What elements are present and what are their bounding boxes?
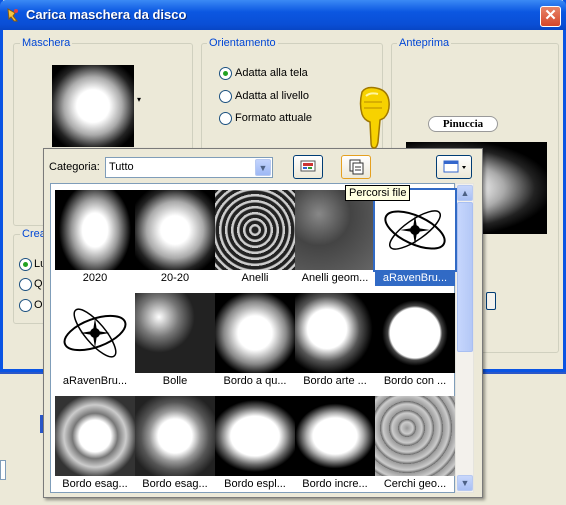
category-select[interactable]: Tutto ▼	[105, 157, 273, 178]
mask-thumbnail-cell[interactable]: Bolle	[135, 293, 215, 391]
app-icon	[7, 8, 19, 22]
mask-thumbnail-cell[interactable]: aRavenBru...	[55, 293, 135, 391]
mask-thumbnail-label: 20-20	[160, 272, 190, 284]
mask-thumbnail-cell[interactable]: Cerchi geo...	[375, 396, 455, 494]
mask-thumbnail-label: Bordo esag...	[142, 478, 208, 490]
mask-thumbnail-label: Anelli geom...	[301, 272, 369, 284]
mask-thumbnail-label: Bordo esag...	[62, 478, 128, 490]
mask-thumbnail-label: aRavenBru...	[375, 272, 455, 286]
grid-scrollbar[interactable]: ▲ ▼	[455, 183, 474, 493]
radio-button[interactable]	[219, 112, 232, 125]
mask-preview-image	[135, 190, 215, 270]
mask-thumbnail-cell[interactable]: aRavenBru...	[373, 188, 457, 288]
mask-thumbnail-label: aRavenBru...	[62, 375, 128, 387]
mask-thumbnail-cell[interactable]: Anelli geom...	[295, 190, 375, 288]
scroll-thumb[interactable]	[457, 202, 473, 352]
mask-preview-image	[295, 396, 375, 476]
mask-preview-image	[55, 190, 135, 270]
mask-thumbnail-cell[interactable]: 20-20	[135, 190, 215, 288]
mask-thumbnail-cell[interactable]: Bordo espl...	[215, 396, 295, 494]
mask-preview-image	[375, 293, 455, 373]
pointing-hand-icon	[359, 86, 390, 149]
mask-thumbnail-label: 2020	[82, 272, 108, 284]
close-icon: ✕	[544, 7, 557, 24]
mask-preview-image	[215, 293, 295, 373]
radio-crea-2[interactable]	[19, 278, 32, 291]
view-icon	[443, 160, 466, 173]
orbit-drawing-icon	[384, 210, 446, 250]
group-label-orientamento: Orientamento	[207, 37, 278, 49]
radio-label: Adatta alla tela	[235, 67, 308, 79]
close-button[interactable]: ✕	[540, 6, 561, 27]
mask-preview-image	[375, 396, 455, 476]
mask-thumbnail-label: Bordo espl...	[224, 478, 286, 490]
mask-preview-image	[373, 188, 457, 272]
mask-thumbnail-cell[interactable]: Bordo con ...	[375, 293, 455, 391]
mask-thumbnail-cell[interactable]: Bordo incre...	[295, 396, 375, 494]
preview-watermark: Pinuccia	[428, 116, 498, 132]
mask-thumbnail-cell[interactable]: Bordo arte ...	[295, 293, 375, 391]
mask-thumbnail-label: Bolle	[162, 375, 188, 387]
group-label-maschera: Maschera	[20, 37, 73, 49]
radio-button[interactable]	[219, 67, 232, 80]
window-title: Carica maschera da disco	[26, 7, 187, 22]
folders-icon	[349, 159, 364, 175]
radio-adatta-tela[interactable]: Adatta alla tela	[219, 66, 359, 82]
mask-preview-image	[55, 396, 135, 476]
mask-preview-image	[215, 396, 295, 476]
mask-preview-image	[55, 293, 135, 373]
view-options-button[interactable]	[436, 155, 472, 179]
scroll-up-icon[interactable]: ▲	[457, 185, 473, 201]
preview-icon	[300, 160, 316, 172]
mask-thumbnail-label: Bordo incre...	[302, 478, 368, 490]
radio-crea-3[interactable]	[19, 299, 32, 312]
chevron-down-icon[interactable]: ▼	[255, 159, 271, 176]
mask-thumbnail-label: Bordo a qu...	[223, 375, 287, 387]
tooltip: Percorsi file	[345, 185, 411, 201]
orbit-drawing-icon	[63, 308, 127, 358]
mask-thumbnail-cell[interactable]: Bordo esag...	[55, 396, 135, 494]
mask-preview-image	[215, 190, 295, 270]
preview-toggle-button[interactable]	[293, 155, 323, 179]
mask-thumbnail-cell[interactable]: Bordo a qu...	[215, 293, 295, 391]
radio-button[interactable]	[219, 90, 232, 103]
background-field	[0, 460, 6, 480]
mask-thumbnail-label: Bordo arte ...	[303, 375, 367, 387]
category-value: Tutto	[109, 161, 134, 173]
group-label-anteprima: Anteprima	[397, 37, 452, 49]
mask-thumbnail[interactable]	[52, 65, 134, 147]
radio-label: Adatta al livello	[235, 90, 309, 102]
mask-thumbnail-label: Bordo con ...	[383, 375, 447, 387]
category-label: Categoria:	[49, 161, 100, 173]
mask-thumbnail-label: Anelli	[241, 272, 269, 284]
mask-thumbnail-cell[interactable]: Bordo esag...	[135, 396, 215, 494]
mask-thumbnail-cell[interactable]: 2020	[55, 190, 135, 288]
radio-adatta-livello[interactable]: Adatta al livello	[219, 89, 359, 105]
mask-thumbnail-cell[interactable]: Anelli	[215, 190, 295, 288]
mask-preview-image	[135, 396, 215, 476]
mask-preview-image	[295, 293, 375, 373]
mask-preview-image	[295, 190, 375, 270]
radio-crea-1[interactable]	[19, 258, 32, 271]
mask-thumbnail-label: Cerchi geo...	[383, 478, 447, 490]
title-bar[interactable]: Carica maschera da disco ✕	[0, 0, 566, 30]
mask-dropdown-arrow-icon[interactable]: ▾	[137, 95, 147, 109]
mask-preview-image	[135, 293, 215, 373]
partial-button[interactable]	[486, 292, 496, 310]
radio-formato-attuale[interactable]: Formato attuale	[219, 111, 359, 127]
file-paths-button[interactable]	[341, 155, 371, 179]
scroll-down-icon[interactable]: ▼	[457, 475, 473, 491]
radio-label: Formato attuale	[235, 112, 313, 124]
